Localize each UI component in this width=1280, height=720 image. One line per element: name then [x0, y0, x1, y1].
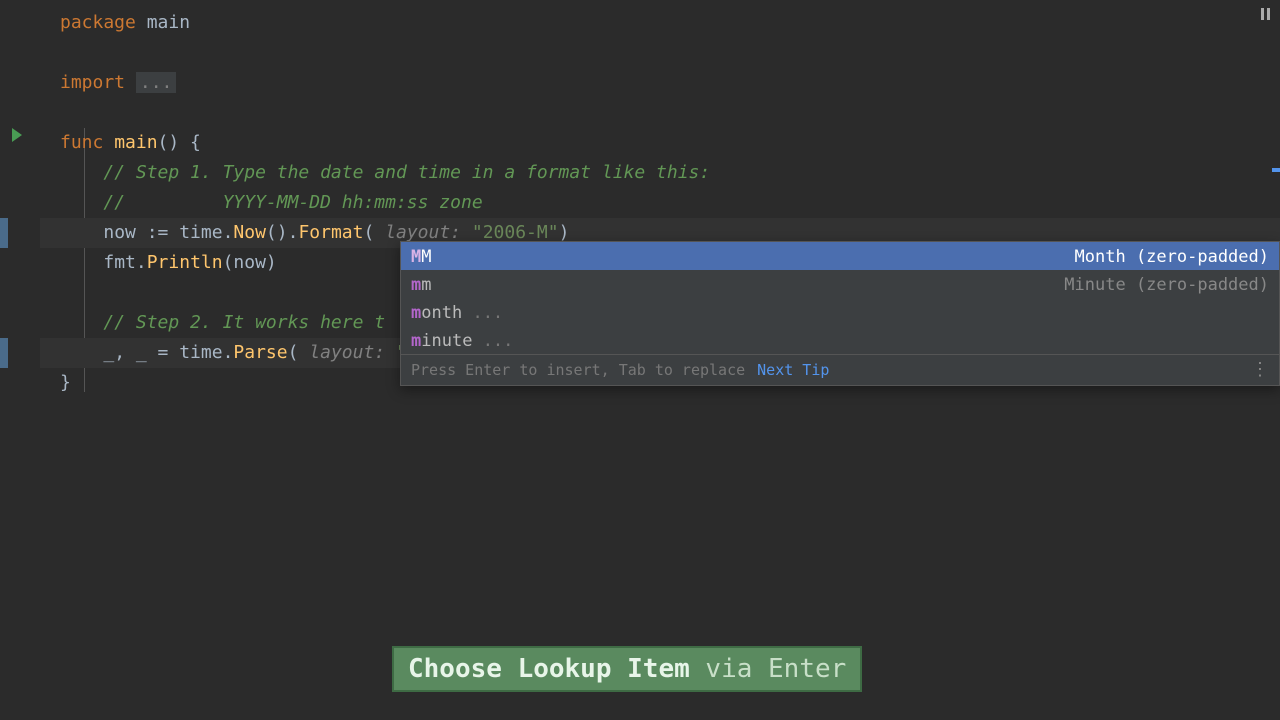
string-literal: "2006-M" [472, 222, 559, 243]
keyword: package [60, 12, 136, 33]
completion-item[interactable]: month ... [401, 298, 1279, 326]
keyword: func [60, 132, 103, 153]
fold-region[interactable]: ... [136, 72, 177, 93]
function-call: Parse [233, 342, 287, 363]
action-overlay: Choose Lookup Item via Enter [392, 646, 862, 692]
function-call: Now [233, 222, 266, 243]
overlay-key: via Enter [690, 654, 847, 684]
code-line[interactable]: // Step 1. Type the date and time in a f… [40, 158, 1280, 188]
completion-desc: Month (zero-padded) [1075, 245, 1269, 267]
code-line[interactable]: func main() { [40, 128, 1280, 158]
comment: // Step 2. It works here t [103, 312, 385, 333]
punctuation: () { [158, 132, 201, 153]
param-hint: layout: [374, 222, 472, 243]
param-hint: layout: [298, 342, 396, 363]
overlay-action: Choose Lookup Item [408, 654, 690, 684]
code-line[interactable] [40, 98, 1280, 128]
next-tip-link[interactable]: Next Tip [757, 361, 829, 379]
comment: // YYYY-MM-DD hh:mm:ss zone [103, 192, 482, 213]
identifier: main [136, 12, 190, 33]
comment: // Step 1. Type the date and time in a f… [103, 162, 710, 183]
keyword: import [60, 72, 125, 93]
more-icon[interactable]: ⋮ [1251, 361, 1269, 379]
run-icon[interactable] [12, 128, 22, 142]
completion-label: minute ... [411, 329, 513, 351]
completion-item[interactable]: mm Minute (zero-padded) [401, 270, 1279, 298]
code-line[interactable]: import ... [40, 68, 1280, 98]
function-call: Println [147, 252, 223, 273]
completion-item[interactable]: MM Month (zero-padded) [401, 242, 1279, 270]
completion-label: MM [411, 245, 432, 267]
code-text: now := time. [103, 222, 233, 243]
completion-popup[interactable]: MM Month (zero-padded) mm Minute (zero-p… [400, 241, 1280, 386]
punctuation: } [60, 372, 71, 393]
completion-desc: Minute (zero-padded) [1064, 273, 1269, 295]
function-call: Format [298, 222, 363, 243]
code-line[interactable]: package main [40, 8, 1280, 38]
function-name: main [103, 132, 157, 153]
popup-hint: Press Enter to insert, Tab to replace [411, 361, 745, 379]
code-line[interactable]: // YYYY-MM-DD hh:mm:ss zone [40, 188, 1280, 218]
code-line[interactable] [40, 38, 1280, 68]
popup-footer: Press Enter to insert, Tab to replace Ne… [401, 354, 1279, 385]
completion-item[interactable]: minute ... [401, 326, 1279, 354]
completion-label: month ... [411, 301, 503, 323]
completion-label: mm [411, 273, 432, 295]
